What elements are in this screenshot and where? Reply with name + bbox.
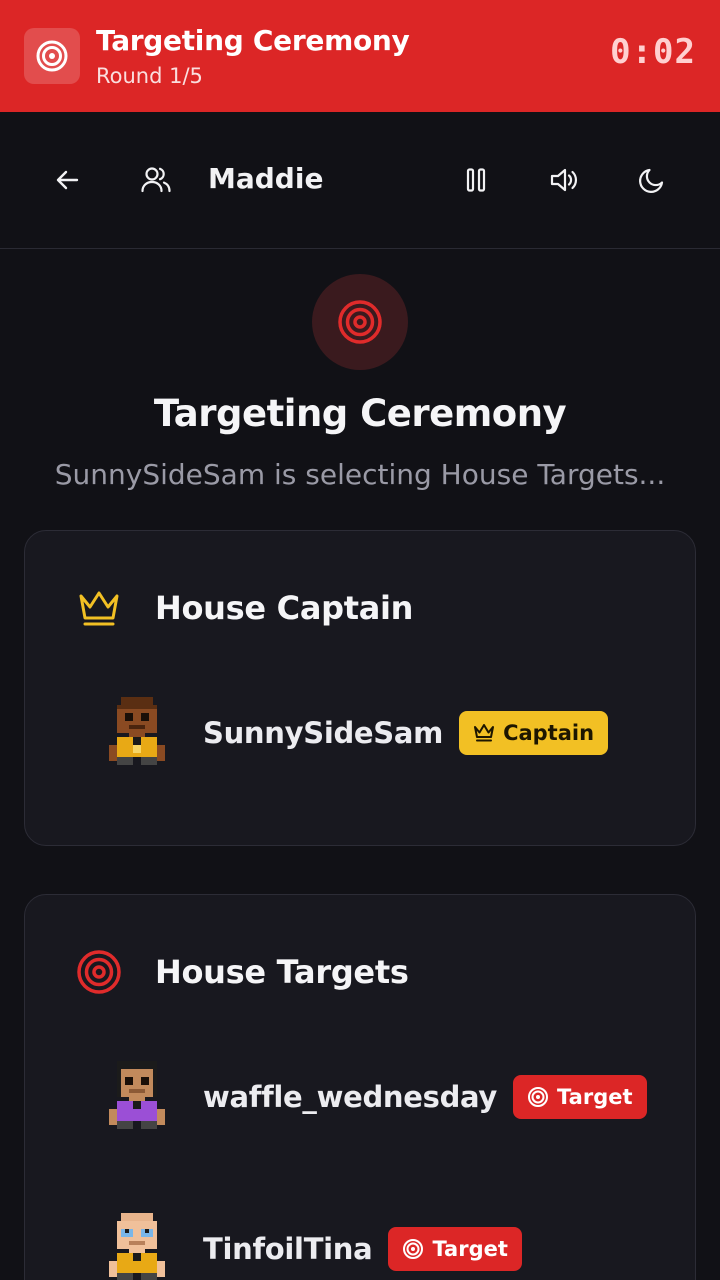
target-icon — [75, 948, 123, 996]
captain-badge: Captain — [459, 711, 609, 755]
banner-title: Targeting Ceremony — [96, 24, 410, 57]
captain-player-row[interactable]: SunnySideSam Captain — [109, 697, 609, 769]
arrow-left-icon — [56, 170, 79, 190]
house-targets-card: House Targets waffle_wednesday Target Ti… — [24, 894, 696, 1280]
target-player-row[interactable]: waffle_wednesday Target — [109, 1061, 647, 1133]
status-text: SunnySideSam is selecting House Targets.… — [54, 458, 666, 491]
users-icon — [141, 167, 171, 193]
target-icon — [528, 1087, 549, 1107]
crown-icon — [75, 585, 123, 633]
captain-name: SunnySideSam — [203, 716, 444, 750]
volume-button[interactable] — [542, 158, 586, 202]
badge-label: Target — [432, 1237, 508, 1261]
pause-icon — [466, 168, 486, 192]
pause-button[interactable] — [454, 158, 498, 202]
target-name: TinfoilTina — [203, 1232, 373, 1266]
player-avatar — [109, 1061, 165, 1129]
top-nav: Maddie — [0, 112, 720, 249]
section-title: House Targets — [155, 953, 409, 991]
page-title: Targeting Ceremony — [153, 392, 567, 435]
house-captain-card: House Captain SunnySideSam Captain — [24, 530, 696, 846]
back-button[interactable] — [46, 158, 90, 202]
target-badge: Target — [388, 1227, 522, 1271]
player-avatar — [109, 697, 165, 765]
notification-banner[interactable]: Targeting Ceremony Round 1/5 0:02 — [0, 0, 720, 112]
round-indicator: Round 1/5 — [96, 64, 203, 88]
target-icon — [338, 300, 382, 344]
target-badge: Target — [513, 1075, 647, 1119]
badge-label: Target — [557, 1085, 633, 1109]
crown-icon — [474, 724, 495, 742]
section-title: House Captain — [155, 589, 414, 627]
player-name: Maddie — [208, 162, 324, 195]
target-player-row[interactable]: TinfoilTina Target — [109, 1213, 522, 1280]
target-name: waffle_wednesday — [203, 1080, 498, 1114]
dark-mode-toggle[interactable] — [630, 158, 674, 202]
player-avatar — [109, 1213, 165, 1280]
target-icon — [24, 28, 80, 84]
target-icon — [403, 1239, 424, 1259]
moon-icon — [639, 168, 664, 193]
players-button[interactable] — [134, 158, 178, 202]
volume-icon — [550, 168, 577, 192]
countdown-timer: 0:02 — [610, 32, 696, 72]
ceremony-icon-circle — [312, 274, 408, 370]
badge-label: Captain — [503, 721, 595, 745]
